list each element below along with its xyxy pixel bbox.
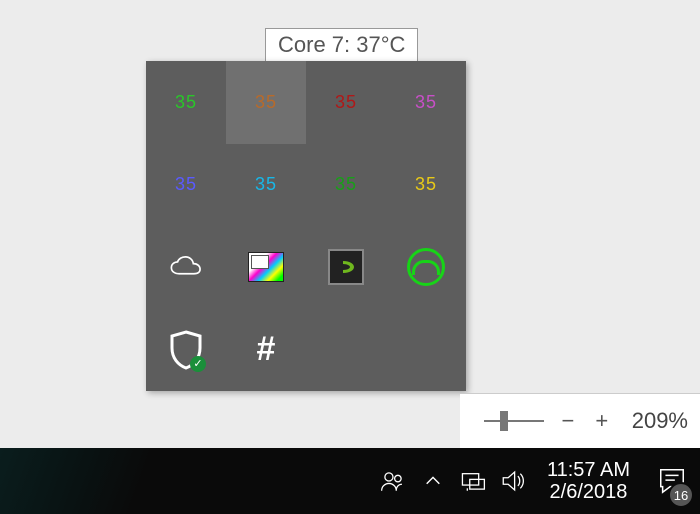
core-temp-value: 35 xyxy=(255,174,277,195)
windows-taskbar: 11:57 AM 2/6/2018 16 xyxy=(0,448,700,514)
hash-icon: # xyxy=(248,332,284,368)
taskbar-background-pattern xyxy=(0,448,170,514)
tray-core-temp-7[interactable]: 35 xyxy=(386,144,466,227)
shield-icon: ✓ xyxy=(168,330,204,370)
zoom-slider[interactable] xyxy=(484,420,544,422)
core-temp-value: 35 xyxy=(255,92,277,113)
tray-core-temp-5[interactable]: 35 xyxy=(226,144,306,227)
core-temp-value: 35 xyxy=(335,174,357,195)
tray-empty-slot xyxy=(386,309,466,392)
tray-onedrive[interactable] xyxy=(146,226,226,309)
zoom-slider-thumb[interactable] xyxy=(500,411,508,431)
tray-rgb-app[interactable] xyxy=(226,226,306,309)
checkmark-badge-icon: ✓ xyxy=(190,356,206,372)
core-temp-value: 35 xyxy=(175,92,197,113)
tray-core-temp-1[interactable]: 35 xyxy=(226,61,306,144)
tray-razer[interactable] xyxy=(386,226,466,309)
chevron-up-icon xyxy=(424,472,442,490)
clock-date: 2/6/2018 xyxy=(550,481,628,503)
core-temp-tooltip: Core 7: 37°C xyxy=(265,28,418,64)
nvidia-icon xyxy=(328,249,364,285)
tray-core-temp-0[interactable]: 35 xyxy=(146,61,226,144)
zoom-in-button[interactable]: + xyxy=(592,408,612,434)
action-center-button[interactable]: 16 xyxy=(644,448,700,514)
core-temp-value: 35 xyxy=(415,92,437,113)
speaker-icon xyxy=(500,468,526,494)
zoom-out-button[interactable]: − xyxy=(558,408,578,434)
core-temp-value: 35 xyxy=(415,174,437,195)
tray-windows-defender[interactable]: ✓ xyxy=(146,309,226,392)
taskbar-clock[interactable]: 11:57 AM 2/6/2018 xyxy=(533,459,644,503)
system-tray-overflow-panel: 35 35 35 35 35 35 35 35 ✓ xyxy=(146,61,466,391)
razer-cloud-icon xyxy=(407,248,445,286)
tray-core-temp-2[interactable]: 35 xyxy=(306,61,386,144)
tray-empty-slot xyxy=(306,309,386,392)
onedrive-icon xyxy=(168,249,204,285)
people-icon xyxy=(380,468,406,494)
zoom-control-bar: − + 209% xyxy=(460,393,700,448)
tray-core-temp-3[interactable]: 35 xyxy=(386,61,466,144)
core-temp-value: 35 xyxy=(335,92,357,113)
network-button[interactable] xyxy=(453,448,493,514)
tray-core-temp-4[interactable]: 35 xyxy=(146,144,226,227)
show-hidden-icons-button[interactable] xyxy=(413,448,453,514)
zoom-level-value[interactable]: 209% xyxy=(632,408,688,434)
people-button[interactable] xyxy=(373,448,413,514)
notification-count-badge: 16 xyxy=(668,482,694,508)
tray-hash-app[interactable]: # xyxy=(226,309,306,392)
tray-core-temp-6[interactable]: 35 xyxy=(306,144,386,227)
core-temp-value: 35 xyxy=(175,174,197,195)
rgb-printer-icon xyxy=(248,249,284,285)
volume-button[interactable] xyxy=(493,448,533,514)
clock-time: 11:57 AM xyxy=(547,459,630,481)
tray-nvidia[interactable] xyxy=(306,226,386,309)
network-monitor-icon xyxy=(460,468,486,494)
